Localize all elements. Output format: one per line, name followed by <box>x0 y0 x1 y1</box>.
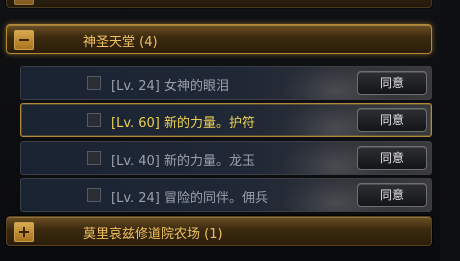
expand-toggle-icon[interactable] <box>14 222 34 242</box>
quest-checkbox[interactable] <box>87 76 101 90</box>
category-header-sacred-heaven[interactable]: 神圣天堂 (4) <box>6 24 432 54</box>
category-label: 莫里哀兹修道院农场 (1) <box>83 227 223 242</box>
accept-button[interactable]: 同意 <box>357 146 427 170</box>
quest-title: [Lv. 60] 新的力量。护符 <box>111 116 256 131</box>
quest-checkbox[interactable] <box>87 151 101 165</box>
quest-title: [Lv. 24] 冒险的同伴。佣兵 <box>111 191 269 206</box>
quest-row[interactable]: [Lv. 24] 冒险的同伴。佣兵 同意 <box>20 178 432 212</box>
quest-title: [Lv. 24] 女神的眼泪 <box>111 79 230 94</box>
quest-checkbox[interactable] <box>87 113 101 127</box>
accept-button[interactable]: 同意 <box>357 108 427 132</box>
quest-row[interactable]: [Lv. 24] 女神的眼泪 同意 <box>20 66 432 100</box>
quest-checkbox[interactable] <box>87 188 101 202</box>
category-header-monastery-farm[interactable]: 莫里哀兹修道院农场 (1) <box>6 216 432 246</box>
quest-list-panel: 神圣天堂 (4) [Lv. 24] 女神的眼泪 同意 [Lv. 60] 新的力量… <box>0 0 460 261</box>
category-label: 神圣天堂 (4) <box>83 35 158 50</box>
accept-button[interactable]: 同意 <box>357 183 427 207</box>
category-header-previous[interactable] <box>6 0 432 8</box>
quest-row[interactable]: [Lv. 40] 新的力量。龙玉 同意 <box>20 141 432 175</box>
scrollbar-track[interactable] <box>440 0 460 261</box>
collapse-toggle-icon[interactable] <box>14 30 34 50</box>
expand-toggle-icon[interactable] <box>14 0 34 5</box>
quest-row-selected[interactable]: [Lv. 60] 新的力量。护符 同意 <box>20 103 432 137</box>
quest-title: [Lv. 40] 新的力量。龙玉 <box>111 154 256 169</box>
accept-button[interactable]: 同意 <box>357 71 427 95</box>
